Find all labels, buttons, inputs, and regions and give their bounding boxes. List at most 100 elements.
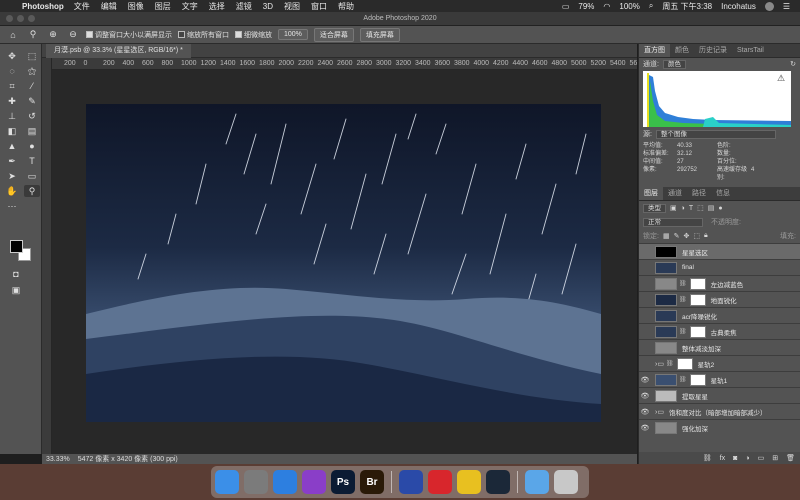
zoom-tool-icon[interactable]: ⚲: [26, 29, 40, 40]
quick-mask-icon[interactable]: ◘: [8, 268, 24, 280]
menu-type[interactable]: 文字: [182, 1, 198, 12]
layer-row[interactable]: 星星选区: [639, 243, 800, 259]
path-select-tool-icon[interactable]: ➤: [4, 170, 20, 182]
move-tool-icon[interactable]: ✥: [4, 50, 20, 62]
tab-info[interactable]: 信息: [711, 187, 735, 200]
document-canvas[interactable]: [86, 104, 601, 422]
dock-qq-browser-icon[interactable]: [457, 470, 481, 494]
checkbox-icon[interactable]: [86, 31, 93, 38]
dock-launchpad-icon[interactable]: [244, 470, 268, 494]
mask-link-icon[interactable]: ⛓︎: [679, 376, 687, 383]
menu-app-name[interactable]: Photoshop: [22, 2, 64, 11]
layer-mask-thumbnail[interactable]: [689, 325, 706, 338]
gradient-tool-icon[interactable]: ▤: [24, 125, 40, 137]
tab-color[interactable]: 颜色: [670, 44, 694, 57]
menu-view[interactable]: 视图: [284, 1, 300, 12]
dock-photoshop-icon[interactable]: Ps: [331, 470, 355, 494]
screen-mode-icon[interactable]: ▣: [8, 284, 24, 296]
layer-thumbnail[interactable]: [655, 261, 677, 274]
menu-select[interactable]: 选择: [209, 1, 225, 12]
fit-screen-button[interactable]: 适合屏幕: [313, 27, 354, 42]
dock-finder-icon[interactable]: [215, 470, 239, 494]
wifi-icon[interactable]: ◠: [603, 2, 610, 11]
menu-layer[interactable]: 图层: [155, 1, 171, 12]
mask-link-icon[interactable]: ⛓︎: [666, 360, 674, 367]
channel-select[interactable]: 颜色: [662, 59, 686, 69]
mask-link-icon[interactable]: ⛓︎: [679, 296, 687, 303]
link-icon[interactable]: ⛓︎: [703, 454, 712, 462]
layer-thumbnail[interactable]: [655, 245, 677, 258]
blur-tool-icon[interactable]: ▲: [4, 140, 20, 152]
zoom-level[interactable]: 33.33%: [46, 456, 70, 463]
vertical-ruler[interactable]: [42, 58, 52, 454]
menu-image[interactable]: 图像: [128, 1, 144, 12]
trash-icon[interactable]: 🗑︎: [786, 454, 795, 462]
menu-list-icon[interactable]: ☰: [783, 2, 790, 11]
scrubby-zoom-check[interactable]: 细微缩放: [235, 30, 272, 40]
zoom-in-icon[interactable]: ⊕: [46, 29, 60, 40]
filter-smart-icon[interactable]: ▤: [708, 204, 715, 212]
menu-edit[interactable]: 编辑: [101, 1, 117, 12]
layer-row[interactable]: acr降噪锐化: [639, 307, 800, 323]
stamp-tool-icon[interactable]: ⊥: [4, 110, 20, 122]
marquee-tool-icon[interactable]: ⬚: [24, 50, 40, 62]
lock-pixels-icon[interactable]: ▦: [663, 232, 670, 240]
dock-affinity-photo-icon[interactable]: [399, 470, 423, 494]
filter-shape-icon[interactable]: ⬚: [697, 204, 704, 212]
dock-netease-music-icon[interactable]: [428, 470, 452, 494]
visibility-eye-icon[interactable]: 👁︎: [639, 424, 651, 432]
eyedropper-tool-icon[interactable]: ⁄: [24, 80, 40, 92]
document-info[interactable]: 5472 像素 x 3420 像素 (300 ppi): [78, 454, 178, 464]
close-window-button[interactable]: [6, 15, 13, 22]
group-folder-icon[interactable]: ›▭: [655, 360, 664, 368]
layer-row[interactable]: ›▭ ⛓︎ 星轨2: [639, 355, 800, 371]
foreground-color-swatch[interactable]: [10, 240, 23, 253]
layer-thumbnail[interactable]: [655, 341, 677, 354]
more-tools-icon[interactable]: ⋯: [4, 200, 20, 212]
layer-mask-thumbnail[interactable]: [689, 277, 706, 290]
mask-link-icon[interactable]: ⛓︎: [679, 280, 687, 287]
resize-windows-check[interactable]: 调整窗口大小以满屏显示: [86, 30, 172, 40]
zoom-all-windows-check[interactable]: 缩放所有窗口: [178, 30, 229, 40]
zoom-tool-active-icon[interactable]: ⚲: [24, 185, 40, 197]
layer-row[interactable]: 整体减淡加深: [639, 339, 800, 355]
layer-thumbnail[interactable]: [655, 389, 677, 402]
layer-row[interactable]: 👁︎ ›▭ 饱和度对比（暗部增加暗部减少）: [639, 403, 800, 419]
zoom-100-button[interactable]: 100%: [278, 29, 308, 40]
color-swatches[interactable]: [10, 240, 34, 264]
healing-tool-icon[interactable]: ✚: [4, 95, 20, 107]
lock-artboard-icon[interactable]: ⬚: [693, 232, 700, 240]
shape-tool-icon[interactable]: ▭: [24, 170, 40, 182]
visibility-eye-icon[interactable]: 👁︎: [639, 408, 651, 416]
tab-paths[interactable]: 路径: [687, 187, 711, 200]
canvas-area[interactable]: [52, 70, 637, 454]
menu-window[interactable]: 窗口: [311, 1, 327, 12]
layer-row[interactable]: 👁︎ ⛓︎ 星轨1: [639, 371, 800, 387]
hand-tool-icon[interactable]: ✋: [4, 185, 20, 197]
blend-mode-select[interactable]: 正常: [643, 217, 703, 227]
user-name[interactable]: Incohatus: [721, 2, 756, 11]
lasso-tool-icon[interactable]: ◌: [4, 65, 20, 77]
history-brush-icon[interactable]: ↺: [24, 110, 40, 122]
document-tab[interactable]: 月漠.psb @ 33.3% (星星选区, RGB/16*) *: [46, 44, 191, 58]
dock-bridge-icon[interactable]: Br: [360, 470, 384, 494]
checkbox-icon[interactable]: [235, 31, 242, 38]
layer-row[interactable]: 👁︎ 强化加深: [639, 419, 800, 435]
layer-thumbnail[interactable]: [655, 293, 677, 306]
add-mask-icon[interactable]: ◙: [733, 455, 737, 462]
tab-channels[interactable]: 通道: [663, 187, 687, 200]
visibility-eye-icon[interactable]: 👁︎: [639, 376, 651, 384]
mask-link-icon[interactable]: ⛓︎: [679, 328, 687, 335]
dock-folder-icon[interactable]: [525, 470, 549, 494]
visibility-eye-icon[interactable]: 👁︎: [639, 392, 651, 400]
new-layer-icon[interactable]: ⊞: [772, 454, 778, 462]
filter-pixel-icon[interactable]: ▣: [670, 204, 677, 212]
tab-starstail[interactable]: StarsTail: [732, 44, 769, 57]
menu-file[interactable]: 文件: [74, 1, 90, 12]
lock-position-icon[interactable]: ✥: [683, 232, 689, 240]
layer-thumbnail[interactable]: [655, 325, 677, 338]
layer-thumbnail[interactable]: [655, 309, 677, 322]
type-tool-icon[interactable]: T: [24, 155, 40, 167]
battery-icon[interactable]: ▭: [562, 2, 570, 11]
brush-tool-icon[interactable]: ✎: [24, 95, 40, 107]
